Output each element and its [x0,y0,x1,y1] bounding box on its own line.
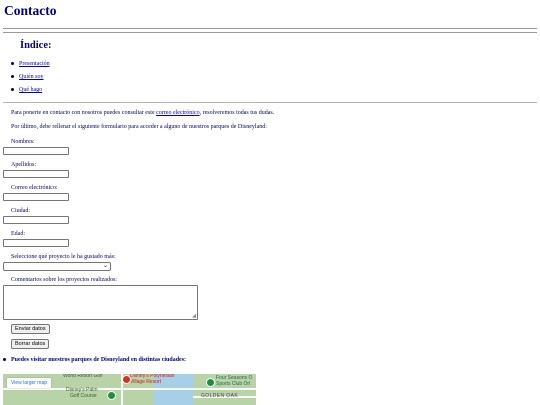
map-road [3,388,256,390]
name-input[interactable] [3,147,69,155]
map-label-palm-2: Golf Course [70,393,97,399]
page-title: Contacto [4,3,57,18]
map-label-polynesian-2: Village Resort [130,379,162,385]
age-label: Edad: [11,231,25,237]
resize-grip-icon[interactable]: ◢ [192,314,196,319]
title-divider-bottom [3,32,537,33]
comments-textarea[interactable]: ◢ [3,285,198,320]
form-intro: Por último, debe rellenar el siguiente f… [11,124,267,130]
city-input[interactable] [3,216,69,224]
project-select[interactable]: ⌄ [3,262,111,271]
parks-heading: Puedes visitar nuestros parques de Disne… [3,357,186,363]
index-item-que-hago: Qué hago [11,87,42,93]
sports-pin-icon[interactable] [206,378,215,387]
map-label-world-resort: World Resort Golf [63,374,103,379]
map-label-four-seasons-2: Sports Club Orl [216,381,251,387]
submit-button[interactable]: Enviar datos [11,324,50,334]
embedded-map[interactable]: World Resort Golf Disney's Polynesian Vi… [3,374,256,405]
project-label: Seleccione qué proyecto le ha gustado má… [11,254,116,260]
surname-input[interactable] [3,170,69,178]
golf-pin-icon[interactable] [107,391,116,400]
name-label: Nombres: [11,139,35,145]
reset-button[interactable]: Borrar datos [11,339,50,349]
contact-text-start: Para ponerte en contacto con nosotros pu… [11,110,157,116]
email-link[interactable]: correo electrónico [156,110,199,116]
map-label-golden-oak: GOLDEN OAK [201,393,239,399]
contact-text-end: , resolveremos todas tus dudas. [199,110,275,116]
surname-label: Apellidos: [11,162,36,168]
age-input[interactable] [3,239,69,247]
parks-heading-text: Puedes visitar nuestros parques de Disne… [11,357,187,363]
bullet-icon [3,358,6,362]
comments-label: Comentarios sobre los proyectos realizad… [11,277,117,283]
index-divider [3,102,537,103]
bullet-icon [11,62,14,66]
bullet-icon [11,88,14,92]
index-link-presentacion[interactable]: Presentación [19,61,50,67]
index-item-presentacion: Presentación [11,61,50,67]
email-label: Correo electrónico: [11,185,58,191]
view-larger-map-link[interactable]: View larger map [7,378,52,388]
email-input[interactable] [3,193,69,201]
contact-paragraph: Para ponerte en contacto con nosotros pu… [11,110,274,116]
index-link-quien-soy[interactable]: Quién soy [19,74,44,80]
index-title: Índice: [20,40,52,51]
index-link-que-hago[interactable]: Qué hago [19,87,42,93]
title-divider-top [3,28,537,29]
hotel-pin-icon[interactable] [122,375,131,384]
index-item-quien-soy: Quién soy [11,74,44,80]
chevron-down-icon: ⌄ [102,263,108,269]
bullet-icon [11,75,14,79]
city-label: Ciudad: [11,208,30,214]
